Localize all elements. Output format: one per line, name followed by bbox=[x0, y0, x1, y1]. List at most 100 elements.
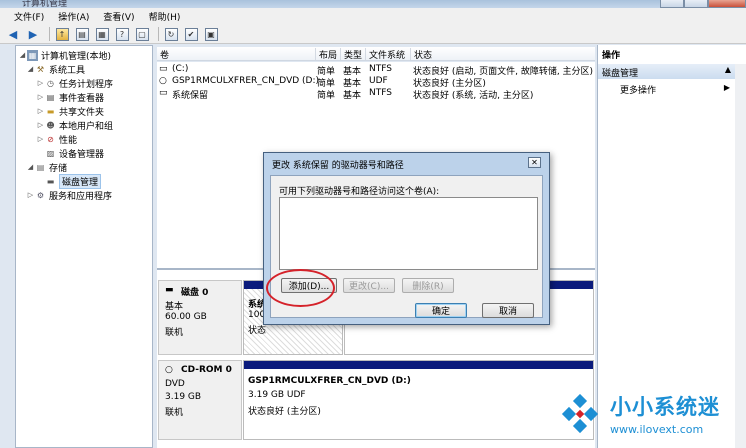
computer-icon: ▦ bbox=[27, 49, 38, 61]
toolbar-separator bbox=[158, 27, 159, 41]
menu-help[interactable]: 帮助(H) bbox=[149, 10, 181, 23]
tree-item-task-scheduler[interactable]: ▷ ◷ 任务计划程序 bbox=[36, 76, 113, 90]
tree-item-label: 本地用户和组 bbox=[59, 121, 114, 132]
tree-item-label: 磁盘管理 bbox=[59, 173, 102, 189]
drive-path-list[interactable] bbox=[279, 197, 538, 270]
tree-item-device-manager[interactable]: ▨ 设备管理器 bbox=[45, 146, 104, 160]
disk-name: CD-ROM 0 bbox=[181, 365, 232, 375]
tree-item-storage[interactable]: ◢ ▤ 存储 bbox=[26, 160, 67, 174]
disk-name: 磁盘 0 bbox=[181, 288, 209, 298]
partition-name: GSP1RMCULXFRER_CN_DVD (D:) bbox=[248, 376, 411, 386]
toolbar-separator bbox=[49, 27, 50, 41]
tree-item-label: 性能 bbox=[59, 135, 78, 146]
tools-icon: ⚒ bbox=[36, 64, 45, 74]
tree-item-label: 存储 bbox=[49, 163, 68, 174]
close-button[interactable] bbox=[708, 0, 746, 8]
shared-folder-icon: ▬ bbox=[46, 106, 55, 116]
collapse-icon[interactable]: ◢ bbox=[18, 51, 27, 59]
cdrom-icon: ○ bbox=[165, 365, 173, 375]
more-actions-label: 更多操作 bbox=[620, 86, 657, 96]
column-header-filesystem[interactable]: 文件系统 bbox=[365, 48, 405, 61]
table-row[interactable]: ▭ 系统保留 简单 基本 NTFS 状态良好 (系统, 活动, 主分区) bbox=[157, 88, 595, 101]
tree-item-disk-management[interactable]: ▬ 磁盘管理 bbox=[45, 173, 102, 189]
menu-bar: 文件(F) 操作(A) 查看(V) 帮助(H) bbox=[0, 8, 746, 25]
tree-item-event-viewer[interactable]: ▷ ▤ 事件查看器 bbox=[36, 90, 104, 104]
volume-type: 基本 bbox=[343, 91, 362, 101]
expand-icon[interactable]: ▷ bbox=[26, 191, 35, 199]
volume-name: 系统保留 bbox=[172, 91, 209, 101]
expand-icon[interactable]: ▷ bbox=[36, 121, 45, 129]
title-bar: 计算机管理 bbox=[0, 0, 746, 9]
expand-icon[interactable]: ▷ bbox=[36, 93, 45, 101]
help-icon[interactable]: ? bbox=[114, 26, 130, 42]
more-actions-item[interactable]: 更多操作 ▶ bbox=[620, 83, 730, 96]
maximize-button[interactable] bbox=[684, 0, 708, 8]
expand-icon[interactable]: ▷ bbox=[36, 107, 45, 115]
submenu-arrow-icon: ▶ bbox=[723, 83, 730, 92]
menu-view[interactable]: 查看(V) bbox=[103, 10, 134, 23]
tree-item-label: 事件查看器 bbox=[59, 93, 105, 104]
disk-0-label[interactable]: ▬ 磁盘 0 基本 60.00 GB 联机 bbox=[158, 280, 242, 355]
event-viewer-icon: ▤ bbox=[46, 92, 55, 102]
clock-icon: ◷ bbox=[47, 78, 54, 88]
watermark-name: 小小系统迷 bbox=[610, 395, 720, 419]
drive-icon: ▭ bbox=[159, 64, 168, 74]
actions-section-disk-management[interactable]: 磁盘管理 ▲ bbox=[598, 64, 735, 79]
properties-icon[interactable]: ▦ bbox=[94, 26, 110, 42]
expand-icon[interactable]: ▷ bbox=[36, 79, 45, 87]
dialog-close-button[interactable]: ✕ bbox=[528, 157, 541, 168]
delete-button[interactable]: 删除(R) bbox=[402, 278, 454, 293]
tree-item-label: 设备管理器 bbox=[59, 149, 105, 160]
back-arrow-icon[interactable]: ◀ bbox=[5, 26, 21, 42]
volume-list-header: 卷 布局 类型 文件系统 状态 bbox=[157, 47, 595, 61]
menu-file[interactable]: 文件(F) bbox=[14, 10, 44, 23]
tree-item-services[interactable]: ▷ ⚙ 服务和应用程序 bbox=[26, 188, 112, 202]
services-icon: ⚙ bbox=[36, 190, 45, 200]
collapse-icon[interactable]: ◢ bbox=[26, 65, 35, 73]
refresh-icon[interactable]: ↻ bbox=[163, 26, 179, 42]
dialog-description: 可用下列驱动器号和路径访问这个卷(A): bbox=[279, 187, 440, 197]
tree-item-label: 任务计划程序 bbox=[59, 79, 114, 90]
tree-item-performance[interactable]: ▷ ⊘ 性能 bbox=[36, 132, 77, 146]
view-icon[interactable]: ▣ bbox=[203, 26, 219, 42]
column-header-type[interactable]: 类型 bbox=[340, 48, 362, 61]
actions-section-label: 磁盘管理 bbox=[602, 69, 639, 79]
column-header-layout[interactable]: 布局 bbox=[315, 48, 337, 61]
tree-item-local-users[interactable]: ▷ ☻ 本地用户和组 bbox=[36, 118, 113, 132]
users-icon: ☻ bbox=[46, 120, 55, 130]
cancel-button[interactable]: 取消 bbox=[482, 303, 534, 318]
table-row[interactable]: ○ GSP1RMCULXFRER_CN_DVD (D:) 简单 基本 UDF 状… bbox=[157, 76, 595, 89]
tree-item-system-tools[interactable]: ◢ ⚒ 系统工具 bbox=[26, 62, 85, 76]
column-header-volume[interactable]: 卷 bbox=[157, 48, 169, 61]
collapse-icon[interactable]: ◢ bbox=[26, 163, 35, 171]
tree-item-shared-folders[interactable]: ▷ ▬ 共享文件夹 bbox=[36, 104, 104, 118]
expand-icon[interactable]: ▷ bbox=[36, 135, 45, 143]
forward-arrow-icon[interactable]: ▶ bbox=[25, 26, 41, 42]
minimize-button[interactable] bbox=[660, 0, 684, 8]
settings-pane-icon[interactable]: ▢ bbox=[134, 26, 150, 42]
disk-size: 3.19 GB bbox=[165, 392, 202, 402]
performance-icon: ⊘ bbox=[47, 134, 54, 144]
table-row[interactable]: ▭ (C:) 简单 基本 NTFS 状态良好 (启动, 页面文件, 故障转储, … bbox=[157, 64, 595, 77]
device-manager-icon: ▨ bbox=[46, 148, 55, 158]
tree-item-root[interactable]: ◢ ▦ 计算机管理(本地) bbox=[18, 48, 111, 62]
partition-size: 3.19 GB UDF bbox=[248, 390, 306, 400]
menu-action[interactable]: 操作(A) bbox=[58, 10, 89, 23]
close-icon: ✕ bbox=[531, 158, 538, 167]
cdrom-0-label[interactable]: ○ CD-ROM 0 DVD 3.19 GB 联机 bbox=[158, 360, 242, 440]
column-header-status[interactable]: 状态 bbox=[410, 48, 432, 61]
watermark-logo-icon bbox=[561, 394, 599, 434]
ok-button[interactable]: 确定 bbox=[415, 303, 467, 318]
volume-filesystem: NTFS bbox=[369, 88, 392, 98]
up-folder-icon[interactable]: ↑ bbox=[54, 26, 70, 42]
volume-layout: 简单 bbox=[317, 91, 336, 101]
collapse-up-icon[interactable]: ▲ bbox=[725, 65, 731, 74]
console-tree-icon[interactable]: ▤ bbox=[74, 26, 90, 42]
console-tree: ◢ ▦ 计算机管理(本地) ◢ ⚒ 系统工具 ▷ ◷ 任务计划程序 ▷ ▤ 事件… bbox=[15, 45, 153, 448]
tree-item-label: 计算机管理(本地) bbox=[41, 51, 112, 62]
volume-filesystem: NTFS bbox=[369, 64, 392, 74]
export-icon[interactable]: ✔ bbox=[183, 26, 199, 42]
disk-icon: ▬ bbox=[165, 285, 174, 295]
change-button[interactable]: 更改(C)... bbox=[343, 278, 395, 293]
partition-dvd[interactable]: GSP1RMCULXFRER_CN_DVD (D:) 3.19 GB UDF 状… bbox=[243, 360, 594, 440]
